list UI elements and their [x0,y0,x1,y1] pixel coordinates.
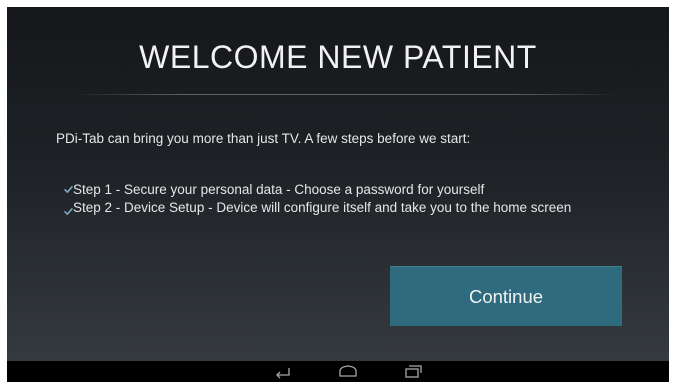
step-label-1: Step 1 - Secure your personal data - Cho… [73,182,485,197]
home-icon[interactable] [336,363,360,379]
checkmark-icon [64,208,73,215]
title-divider [73,94,621,95]
steps-list: Step 1 - Secure your personal data - Cho… [64,182,633,218]
back-icon[interactable] [271,363,295,379]
welcome-dialog: WELCOME NEW PATIENT PDi-Tab can bring yo… [7,7,669,361]
dialog-title: WELCOME NEW PATIENT [139,39,537,75]
step-item-1: Step 1 - Secure your personal data - Cho… [64,182,633,197]
checkmark-icon [64,186,73,193]
step-label-2: Step 2 - Device Setup - Device will conf… [73,200,572,215]
intro-text: PDi-Tab can bring you more than just TV.… [56,131,471,146]
system-navigation-bar [7,361,669,382]
step-item-2: Step 2 - Device Setup - Device will conf… [64,200,633,215]
recent-apps-icon[interactable] [401,363,425,379]
tablet-screen: WELCOME NEW PATIENT PDi-Tab can bring yo… [7,7,669,382]
continue-button[interactable]: Continue [390,266,622,326]
